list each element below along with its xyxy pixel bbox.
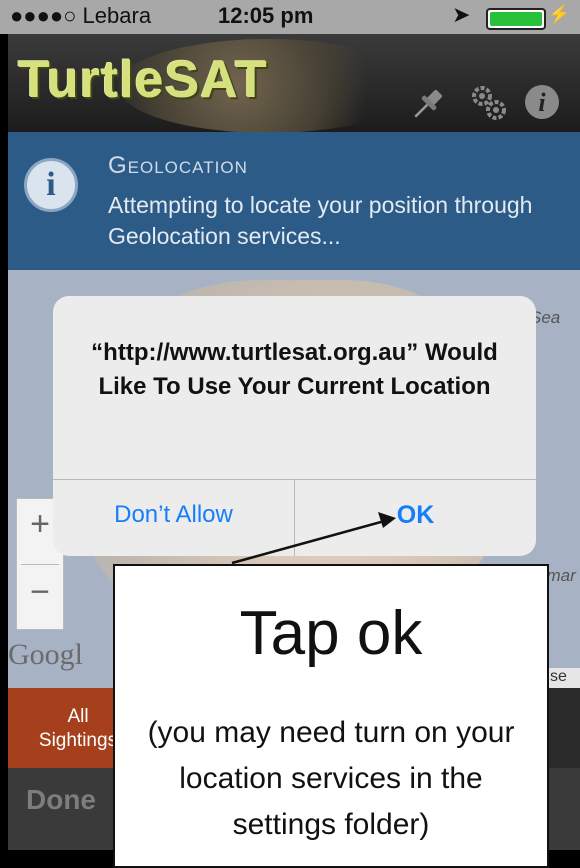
- info-icon[interactable]: i: [522, 82, 562, 122]
- info-icon: i: [24, 158, 78, 212]
- notice-title: Geolocation: [108, 152, 248, 179]
- settings-gears-icon[interactable]: [468, 82, 508, 122]
- pin-icon[interactable]: [408, 84, 448, 124]
- callout-heading: Tap ok: [239, 599, 423, 668]
- status-bar: ●●●●○ Lebara 12:05 pm ➤ ⚡: [0, 0, 580, 34]
- location-arrow-icon: ➤: [452, 2, 471, 27]
- geolocation-notice: i Geolocation Attempting to locate your …: [8, 132, 580, 272]
- alert-title: “http://www.turtlesat.org.au” Would Like…: [91, 339, 498, 400]
- instruction-callout: Tap ok (you may need turn on your locati…: [113, 564, 549, 868]
- app-header: TurtleSAT i: [8, 34, 580, 133]
- charging-icon: ⚡: [548, 4, 571, 24]
- app-logo: TurtleSAT: [18, 51, 268, 109]
- svg-text:i: i: [538, 88, 546, 117]
- notice-message: Attempting to locate your position throu…: [108, 192, 533, 249]
- done-button[interactable]: Done: [26, 784, 96, 816]
- tab-all-sightings[interactable]: All Sightings: [8, 688, 118, 768]
- google-logo: Googl: [8, 638, 83, 671]
- zoom-out-button[interactable]: −: [17, 573, 63, 612]
- callout-note: (you may need turn on your location serv…: [147, 716, 515, 841]
- dont-allow-button[interactable]: Don’t Allow: [53, 480, 294, 556]
- clock: 12:05 pm: [218, 3, 314, 28]
- ok-button[interactable]: OK: [295, 480, 536, 556]
- location-permission-alert: “http://www.turtlesat.org.au” Would Like…: [53, 296, 536, 556]
- battery-icon: [486, 8, 546, 30]
- carrier-label: ●●●●○ Lebara: [10, 3, 152, 28]
